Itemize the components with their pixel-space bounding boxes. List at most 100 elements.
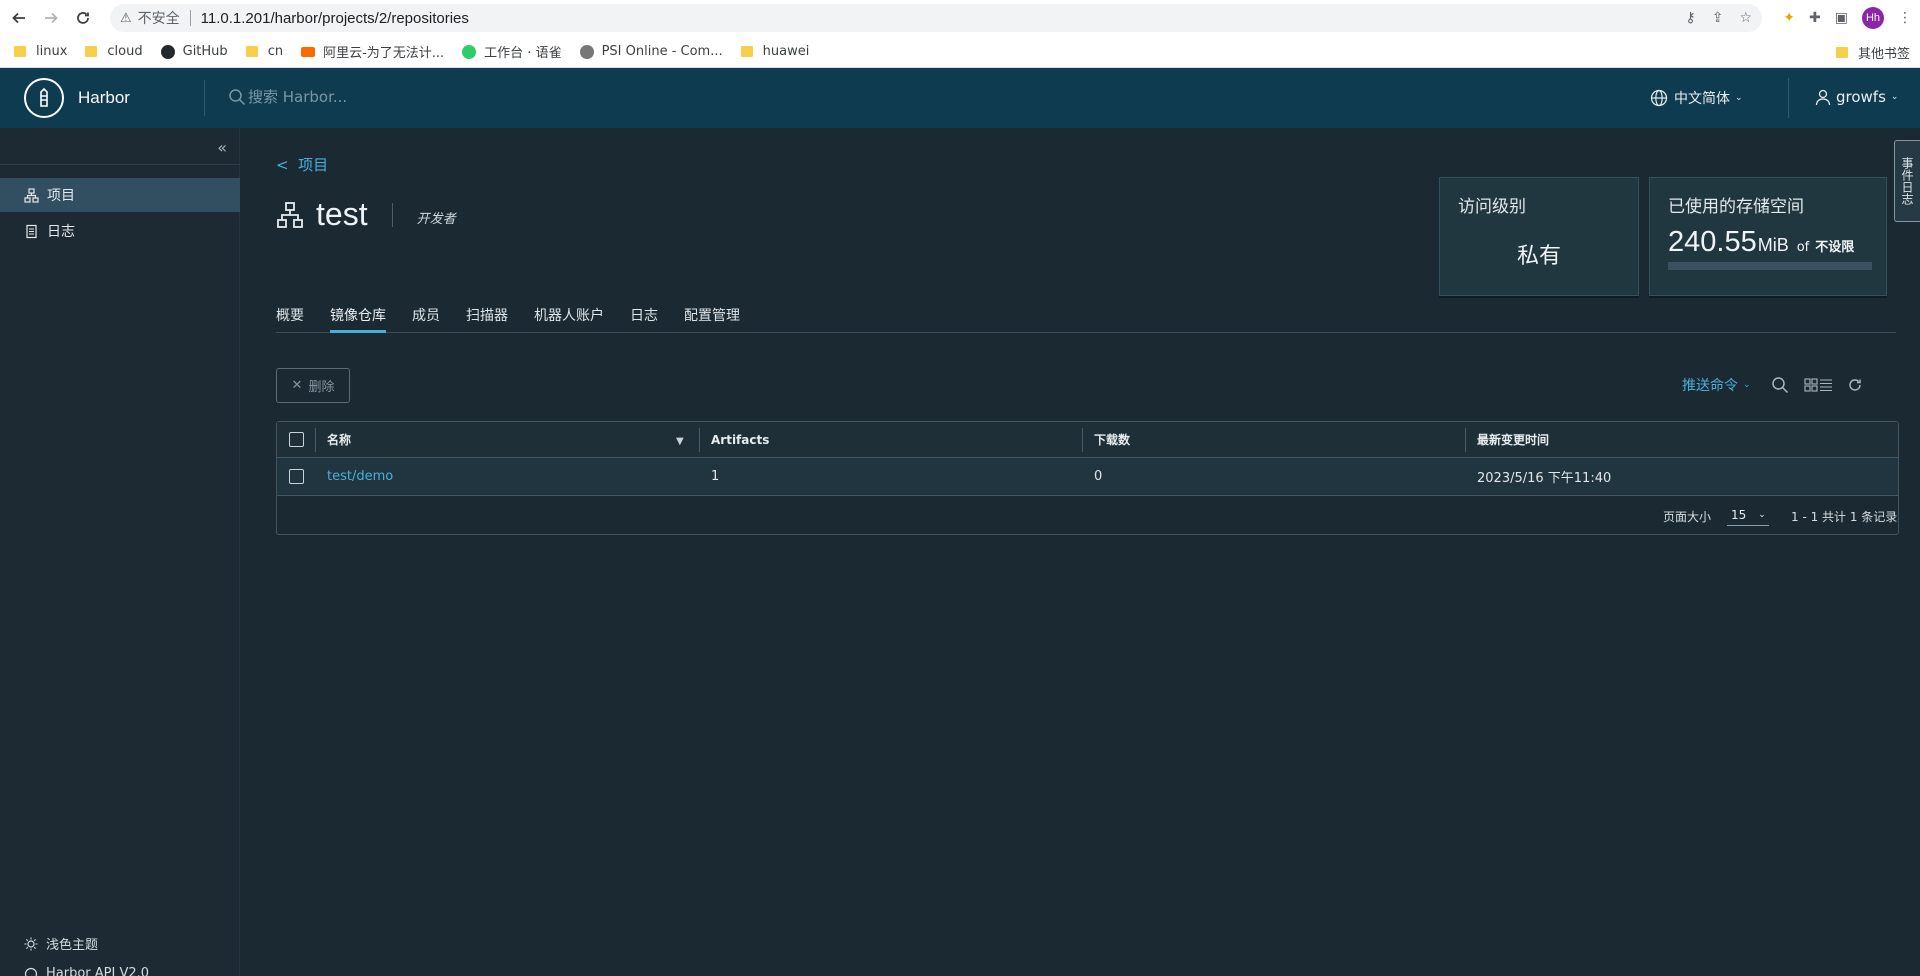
bookmark-label: cn	[267, 44, 284, 59]
folder-icon	[14, 46, 26, 57]
bookmark-huawei[interactable]: huawei	[740, 44, 809, 59]
search-icon[interactable]	[1771, 374, 1789, 396]
tab-repositories[interactable]: 镜像仓库	[330, 306, 386, 333]
storage-of: of	[1796, 240, 1810, 255]
bookmark-github[interactable]: GitHub	[160, 44, 228, 59]
collapse-sidebar-icon[interactable]: «	[217, 138, 227, 157]
language-selector[interactable]: 中文简体 ⌄	[1650, 88, 1743, 108]
close-icon: ✕	[291, 378, 303, 393]
star-icon[interactable]: ☆	[1739, 10, 1752, 26]
project-icon	[277, 201, 303, 228]
key-icon[interactable]: ⚷	[1685, 10, 1695, 26]
omnibox-divider	[189, 10, 191, 26]
access-level-title: 访问级别	[1458, 197, 1526, 217]
column-header-pulls[interactable]: 下载数	[1094, 422, 1130, 457]
event-log-tab[interactable]: 事件日志	[1894, 140, 1920, 222]
header-divider	[204, 80, 205, 116]
column-header-name[interactable]: 名称	[327, 422, 351, 457]
logs-icon	[26, 224, 37, 238]
forward-icon[interactable]	[38, 5, 64, 31]
header-divider	[1788, 78, 1789, 118]
browser-toolbar: ⚠ 不安全 11.0.1.201/harbor/projects/2/repos…	[0, 0, 1920, 36]
row-checkbox[interactable]	[289, 458, 304, 495]
card-list-view-icon[interactable]	[1804, 374, 1834, 396]
filter-icon[interactable]: ▼	[676, 436, 684, 447]
theme-label: 浅色主题	[46, 938, 99, 953]
sidebar-item-label: 日志	[47, 224, 75, 240]
url-text[interactable]: 11.0.1.201/harbor/projects/2/repositorie…	[201, 10, 469, 27]
push-command-dropdown[interactable]: 推送命令 ⌄	[1682, 374, 1751, 396]
harbor-logo[interactable]	[24, 78, 64, 118]
storage-value: 240.55	[1668, 226, 1757, 258]
access-level-value: 私有	[1516, 244, 1561, 269]
username: growfs	[1836, 88, 1886, 106]
page-size-label: 页面大小	[1663, 510, 1712, 524]
column-divider	[699, 428, 700, 452]
sidebar-item-logs[interactable]: 日志	[0, 214, 240, 248]
update-time: 2023/5/16 下午11:40	[1477, 471, 1612, 486]
menu-icon[interactable]: ⋮	[1898, 10, 1912, 26]
page-title: test	[316, 196, 368, 232]
bookmark-yuque[interactable]: 工作台 · 语雀	[462, 42, 562, 61]
user-menu[interactable]: growfs ⌄	[1814, 88, 1898, 106]
table-footer: 页面大小 15 ⌄ 1 - 1 共计 1 条记录	[277, 496, 1898, 534]
chevron-down-icon: ⌄	[1735, 93, 1743, 103]
sidebar-item-projects[interactable]: 项目	[0, 178, 240, 212]
tab-logs[interactable]: 日志	[630, 306, 658, 333]
folder-icon	[245, 46, 258, 57]
tab-configuration[interactable]: 配置管理	[684, 306, 740, 333]
storage-unit: MiB	[1757, 235, 1789, 255]
app-name[interactable]: Harbor	[78, 88, 130, 108]
page-size-value: 15	[1731, 507, 1747, 522]
sidebar-divider	[0, 164, 240, 165]
tab-robot-accounts[interactable]: 机器人账户	[534, 306, 604, 333]
sidepanel-icon[interactable]: ▣	[1835, 10, 1848, 26]
sun-icon	[24, 937, 38, 950]
sidebar-item-label: 项目	[47, 188, 75, 204]
delete-button[interactable]: ✕ 删除	[276, 368, 350, 403]
project-tabs: 概要 镜像仓库 成员 扫描器 机器人账户 日志 配置管理	[276, 306, 1896, 333]
browser-actions: ✦ ✚ ▣ Hh ⋮	[1783, 4, 1912, 32]
bookmark-aliyun[interactable]: 阿里云-为了无法计...	[301, 42, 444, 61]
folder-icon	[740, 46, 753, 57]
search-placeholder: 搜索 Harbor...	[248, 88, 348, 106]
bookmark-label: cloud	[107, 44, 143, 59]
bookmark-linux[interactable]: linux	[14, 44, 67, 59]
repository-name-link[interactable]: test/demo	[327, 458, 393, 495]
other-bookmarks[interactable]: 其他书签	[1835, 36, 1910, 68]
extension-app-icon[interactable]: ✦	[1783, 10, 1795, 26]
extensions-icon[interactable]: ✚	[1809, 10, 1821, 26]
search-icon	[229, 88, 246, 105]
tab-summary[interactable]: 概要	[276, 306, 304, 333]
tab-members[interactable]: 成员	[412, 306, 440, 333]
aliyun-icon	[301, 46, 316, 57]
user-icon	[1815, 89, 1831, 106]
theme-toggle[interactable]: 浅色主题	[24, 934, 98, 953]
chevron-down-icon: ⌄	[1758, 509, 1766, 520]
access-level-card: 访问级别 私有	[1439, 177, 1639, 296]
select-all-checkbox[interactable]	[289, 422, 304, 457]
bookmark-cloud[interactable]: cloud	[85, 44, 143, 59]
page-size-select[interactable]: 15 ⌄	[1727, 504, 1769, 526]
profile-avatar[interactable]: Hh	[1862, 7, 1884, 29]
column-header-artifacts[interactable]: Artifacts	[711, 422, 769, 457]
api-link[interactable]: Harbor API V2.0	[24, 966, 149, 976]
other-bookmarks-label: 其他书签	[1857, 46, 1910, 62]
folder-icon	[1835, 46, 1848, 58]
chevron-down-icon: ⌄	[1743, 380, 1751, 390]
column-divider	[1465, 428, 1466, 452]
table-row: test/demo 1 0 2023/5/16 下午11:40	[277, 458, 1898, 496]
bookmark-label: linux	[36, 44, 68, 59]
share-icon[interactable]: ⇪	[1712, 10, 1724, 26]
refresh-icon[interactable]	[1846, 374, 1864, 396]
back-icon[interactable]	[6, 5, 32, 31]
tab-scanner[interactable]: 扫描器	[466, 306, 508, 333]
bookmark-cn[interactable]: cn	[245, 44, 284, 59]
column-header-updated[interactable]: 最新变更时间	[1477, 422, 1549, 457]
address-bar[interactable]: ⚠ 不安全 11.0.1.201/harbor/projects/2/repos…	[110, 4, 1762, 32]
reload-icon[interactable]	[70, 5, 96, 31]
back-to-projects-link[interactable]: < 项目	[276, 154, 328, 175]
psi-icon	[579, 44, 594, 59]
global-search[interactable]: 搜索 Harbor...	[228, 86, 347, 107]
bookmark-psi[interactable]: PSI Online - Com...	[579, 44, 723, 59]
